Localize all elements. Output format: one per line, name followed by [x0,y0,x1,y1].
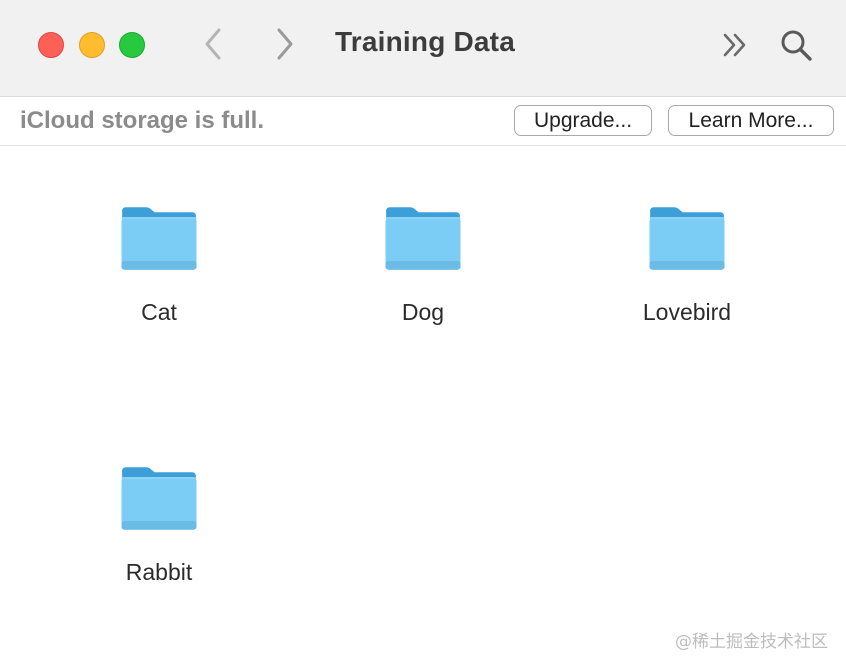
folder-icon [385,207,461,270]
folder-icon [649,207,725,270]
zoom-window-button[interactable] [119,32,145,58]
window-title: Training Data [335,26,515,57]
back-button[interactable] [195,26,231,62]
folder-item[interactable]: Dog [323,146,523,326]
title-bar: Training Data [0,0,846,97]
double-chevron-right-icon [723,33,746,57]
folder-icon [121,207,197,270]
close-window-button[interactable] [38,32,64,58]
chevron-right-icon [277,28,293,60]
folder-label: Lovebird [642,299,732,325]
finder-window: Training Data iCloud storage is full. Up… [0,0,846,670]
folder-item[interactable]: Cat [59,146,259,326]
folder-label: Dog [401,299,445,325]
upgrade-button[interactable]: Upgrade... [514,105,652,136]
chevron-left-icon [205,28,221,60]
folder-item[interactable]: Lovebird [587,146,787,326]
folder-label: Rabbit [125,559,193,585]
folder-grid: Cat Dog Lovebird Rabbit [0,146,846,670]
folder-icon [121,467,197,530]
learn-more-button[interactable]: Learn More... [668,105,834,136]
search-icon [781,30,812,61]
folder-item[interactable]: Rabbit [59,406,259,586]
banner-message: iCloud storage is full. [20,107,265,134]
minimize-window-button[interactable] [79,32,105,58]
search-button[interactable] [777,26,815,64]
folder-label: Cat [141,299,177,325]
forward-button[interactable] [267,26,303,62]
icloud-storage-banner: iCloud storage is full. Upgrade... Learn… [0,97,846,146]
toolbar-overflow-button[interactable] [716,26,754,64]
watermark: @稀土掘金技术社区 [675,632,828,652]
